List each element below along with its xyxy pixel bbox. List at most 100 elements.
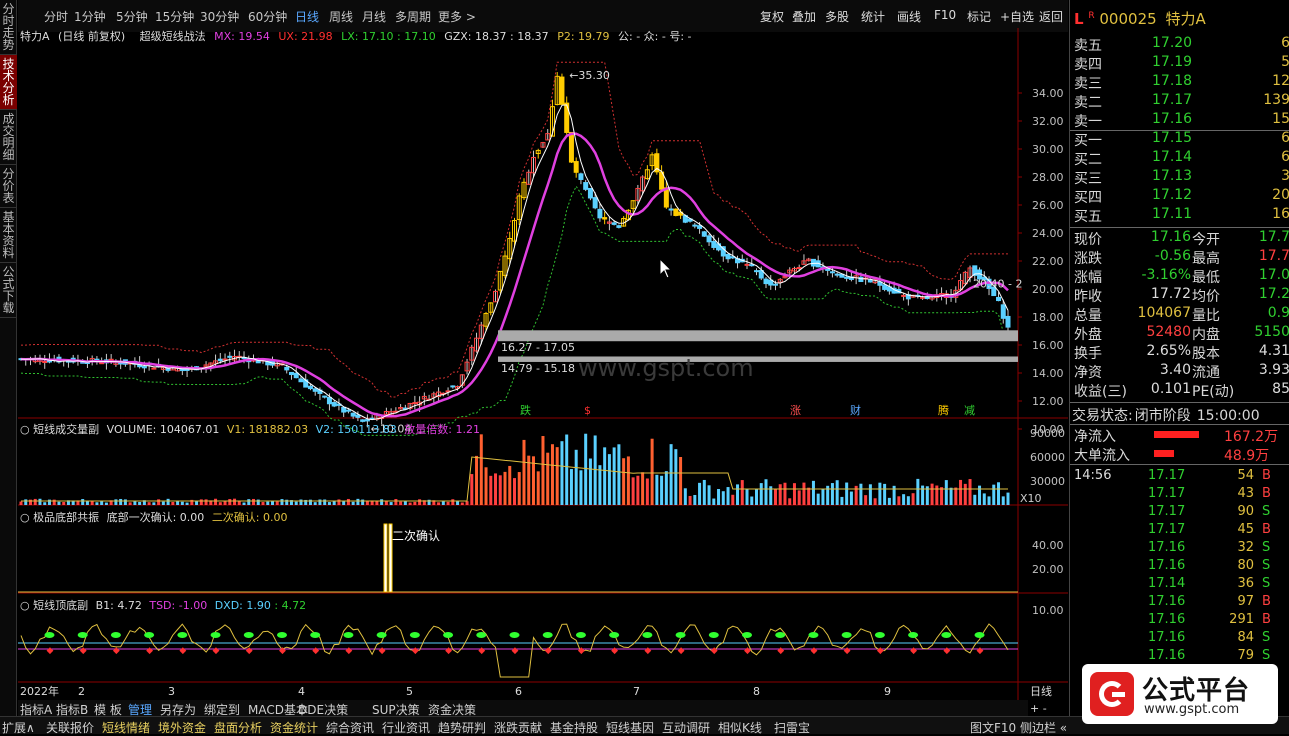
orderbook-row: 买四 17.12 20 [1074, 187, 1289, 206]
bottom-tab-13[interactable]: 相似K线 [718, 719, 762, 736]
period-tab-5[interactable]: 60分钟 [248, 8, 287, 25]
volume-bar [626, 456, 630, 505]
left-tab-2[interactable]: 成交明细 [0, 110, 17, 165]
bottom-tab-4[interactable]: 盘面分析 [214, 719, 262, 736]
mx-value: MX: 19.54 [214, 30, 270, 43]
flow-value: 167.2万 [1224, 429, 1279, 445]
ob-volume: 20 [1272, 187, 1289, 203]
period-tab-1[interactable]: 1分钟 [74, 8, 106, 25]
tick-volume: 54 [1237, 468, 1254, 483]
ob-volume: 16 [1272, 206, 1289, 222]
top-signal [177, 632, 188, 638]
candle-body [288, 371, 294, 376]
volume-bar [631, 477, 635, 505]
volume-bar [261, 502, 265, 505]
bottom-tab-11[interactable]: 短线基因 [606, 719, 654, 736]
panel1-note: 二次确认 [392, 529, 440, 543]
quote-value: 0.9 [1267, 305, 1289, 321]
bottom-tab-6[interactable]: 综合资讯 [326, 719, 374, 736]
left-tab-5[interactable]: 公式下载 [0, 263, 17, 318]
price-tick: 24.00 [1032, 227, 1064, 240]
bottom-signal: ◆ [246, 646, 253, 656]
bottom-tab-9[interactable]: 涨跌贡献 [494, 719, 542, 736]
zoom-controls[interactable]: + - [1030, 702, 1047, 715]
orderbook-row: 卖四 17.19 5 [1074, 54, 1289, 73]
tick-volume: 90 [1237, 504, 1254, 519]
right-price-label: 20.40 - 2 [973, 277, 1022, 290]
gspt-logo: 公式平台 www.gspt.com [1082, 664, 1278, 724]
volume-bar [588, 458, 592, 505]
tick-row: 17.16 291 B [1074, 612, 1289, 630]
candle-body [616, 225, 622, 228]
formula-name[interactable]: 超级短线战法 [140, 30, 206, 43]
top-action-2[interactable]: 多股 [825, 8, 849, 25]
orderbook-row: 卖五 17.20 6 [1074, 35, 1289, 54]
top-action-3[interactable]: 统计 [861, 8, 885, 25]
top-action-4[interactable]: 画线 [897, 8, 921, 25]
volume-bar [365, 500, 369, 505]
bottom-tab-1[interactable]: 关联报价 [46, 719, 94, 736]
volume-bar [574, 449, 578, 505]
left-tab-4[interactable]: 基本资料 [0, 208, 17, 263]
top-signal [941, 632, 952, 638]
bottom2-dxd: DXD: 1.90 [214, 599, 271, 612]
volume-bar [204, 499, 208, 505]
bottom-tab-3[interactable]: 境外资金 [158, 719, 206, 736]
candle-body [1005, 315, 1011, 328]
left-tab-0[interactable]: 分时走势 [0, 0, 17, 55]
candle-body [901, 294, 907, 297]
left-tab-1[interactable]: 技术分析 [0, 55, 17, 110]
volume-bar [100, 500, 104, 505]
period-tab-4[interactable]: 30分钟 [200, 8, 239, 25]
volume-bar [731, 494, 735, 505]
period-tab-10[interactable]: 更多 > [438, 8, 476, 25]
month-label: 5 [406, 685, 413, 698]
period-tab-0[interactable]: 分时 [44, 8, 68, 25]
bottom-tab-5[interactable]: 资金统计 [270, 719, 318, 736]
top-action-7[interactable]: +自选 [1000, 8, 1034, 25]
orderbook-row: 卖一 17.16 15 [1074, 111, 1289, 130]
quote-panel: L R 000025 特力A 卖五 17.20 6 卖四 17.19 5 卖三 17.18 12… [1069, 0, 1289, 716]
candle-body [151, 367, 157, 370]
volume-bar [256, 499, 260, 505]
volume-bar [968, 479, 972, 505]
bottom-tab-12[interactable]: 互动调研 [662, 719, 710, 736]
bottom-tab-10[interactable]: 基金持股 [550, 719, 598, 736]
candle-body [602, 217, 608, 220]
period-tab-7[interactable]: 周线 [329, 8, 353, 25]
period-tab-9[interactable]: 多周期 [395, 8, 431, 25]
bottom-tab-7[interactable]: 行业资讯 [382, 719, 430, 736]
bottom-signal: ◆ [179, 646, 186, 656]
volume-bar [859, 483, 863, 505]
bottom-tab-14[interactable]: 扫雷宝 [774, 719, 810, 736]
kline-chart[interactable]: 34.00 32.00 30.00 28.00 26.00 24.00 22.00 20.00… [18, 28, 1068, 718]
top-action-0[interactable]: 复权 [760, 8, 784, 25]
volume-bar [441, 501, 445, 505]
period-tab-3[interactable]: 15分钟 [155, 8, 194, 25]
candle-body [141, 366, 147, 369]
bottom-tab-8[interactable]: 趋势研判 [438, 719, 486, 736]
period-tab-8[interactable]: 月线 [362, 8, 386, 25]
top-action-5[interactable]: F10 [934, 8, 956, 22]
volume-bar [816, 493, 820, 505]
volume-bar [835, 480, 839, 505]
bottom-tab-0[interactable]: 扩展∧ [2, 719, 35, 736]
volume-bar [864, 495, 868, 505]
volume-bar [465, 501, 469, 505]
volume-bar [845, 482, 849, 505]
trade-status: 交易状态: 闭市阶段 15:00:00 [1072, 405, 1260, 425]
top-action-6[interactable]: 标记 [967, 8, 991, 25]
bottom-right-links[interactable]: 图文F10 侧边栏 « [970, 719, 1067, 736]
period-tab-2[interactable]: 5分钟 [116, 8, 148, 25]
volume-bar [821, 489, 825, 505]
bottom-tab-2[interactable]: 短线情绪 [102, 719, 150, 736]
volume-bar [308, 499, 312, 505]
bottom-signal: ◆ [611, 646, 618, 656]
top-action-8[interactable]: 返回 [1039, 8, 1063, 25]
top-action-1[interactable]: 叠加 [792, 8, 816, 25]
month-label: 4 [298, 685, 305, 698]
candle-body [450, 385, 456, 388]
left-tab-3[interactable]: 分价表 [0, 165, 17, 208]
period-tab-6[interactable]: 日线 [295, 8, 319, 25]
candle-body [882, 284, 888, 290]
